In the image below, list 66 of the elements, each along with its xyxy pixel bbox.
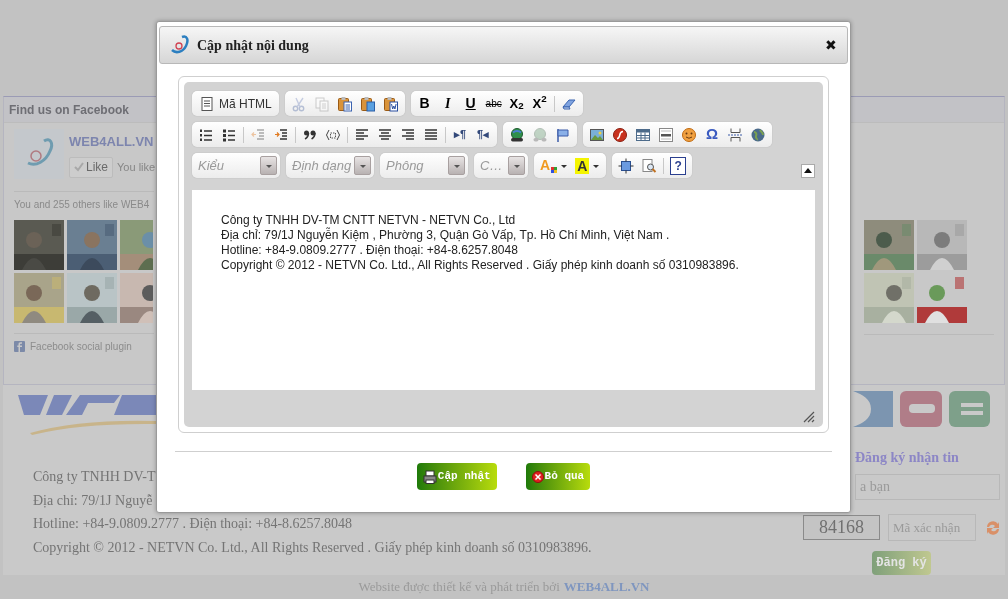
help-button[interactable]: ? xyxy=(670,156,687,175)
content-area[interactable] xyxy=(192,190,815,390)
like-count-text: You and 255 others like WEB4 xyxy=(14,198,151,212)
link-icon xyxy=(509,126,525,143)
printer-icon xyxy=(422,469,437,484)
box-title: Find us on Facebook xyxy=(9,101,129,119)
scissors-icon xyxy=(290,95,307,112)
italic-button[interactable]: I xyxy=(436,93,459,114)
clipboard-icon xyxy=(382,95,399,112)
unlink-icon xyxy=(532,126,548,143)
justify-icon xyxy=(423,126,439,143)
bold-button[interactable]: B xyxy=(413,93,436,114)
table-icon xyxy=(635,126,651,143)
special-character-button[interactable]: Ω xyxy=(701,124,723,145)
collapse-icon xyxy=(804,168,812,173)
resize-grip-icon xyxy=(803,411,815,423)
document-icon xyxy=(199,95,215,112)
facebook-icon xyxy=(14,341,25,352)
image-icon xyxy=(589,126,605,143)
strikethrough-button[interactable]: abc xyxy=(482,93,505,114)
clipboard-icon xyxy=(336,95,353,112)
align-center-icon xyxy=(377,126,393,143)
clipboard-icon xyxy=(359,95,376,112)
refresh-icon xyxy=(984,518,1002,537)
left-to-right-button[interactable]: ▸¶ xyxy=(449,124,471,145)
footer-text: Hotline: +84-9.0809.2777 . Điện thoại: +84-8.6257.8048 xyxy=(33,515,353,533)
page-break-icon xyxy=(727,126,743,143)
subscript-button[interactable]: X$_{2}$ xyxy=(505,93,528,114)
globe-icon xyxy=(750,126,766,143)
caret-icon xyxy=(358,162,367,169)
magnifier-icon xyxy=(641,157,658,174)
align-right-icon xyxy=(400,126,416,143)
content-line: Địa chỉ: 79/1J Nguyễn Kiệm , Phường 3, Quận Gò Vấp, Tp. Hồ Chí Minh, Việt Nam . xyxy=(221,228,671,243)
content-line: Hotline: +84-9.0809.2777 . Điện thoại: +84-8.6257.8048 xyxy=(221,243,519,258)
caret-icon xyxy=(452,162,461,169)
background-color-button[interactable]: A xyxy=(572,155,604,176)
palette-icon xyxy=(551,167,558,173)
superscript-button[interactable]: X$^{2}$ xyxy=(528,93,551,114)
flag-icon xyxy=(555,126,571,143)
source-button[interactable]: Mã HTML xyxy=(195,93,276,114)
logo-icon xyxy=(169,34,191,56)
underline-button[interactable]: U xyxy=(459,93,482,114)
content-line: Công ty TNHH DV-TM CNTT NETVN - NETVN Co., Ltd xyxy=(221,213,517,227)
like-text: You like xyxy=(117,159,156,175)
caret-icon xyxy=(264,162,273,169)
check-icon xyxy=(74,162,84,172)
caret-icon xyxy=(592,162,601,169)
flash-icon xyxy=(612,126,628,143)
caret-icon xyxy=(512,162,521,169)
close-button[interactable]: ✖ xyxy=(825,38,837,52)
footer-text: Công ty TNHH DV-T xyxy=(33,468,156,486)
smiley-icon xyxy=(681,126,697,143)
align-left-icon xyxy=(354,126,370,143)
footer-text: Copyright © 2012 - NETVN Co. Ltd., All Rights Reserved . Giấy phép kinh doanh số 0310983896. xyxy=(33,538,592,557)
footer-text: Địa chỉ: 79/1J Nguyễ xyxy=(33,491,153,510)
copy-icon xyxy=(313,95,330,112)
outdent-icon xyxy=(250,126,266,143)
collapse-toolbar-button[interactable] xyxy=(801,163,815,178)
cancel-icon xyxy=(531,470,544,483)
indent-icon xyxy=(273,126,289,143)
right-to-left-button[interactable]: ¶◂ xyxy=(472,124,494,145)
caret-icon xyxy=(560,162,569,169)
section-title: Đăng ký nhận tin xyxy=(855,449,960,467)
dialog-title: Cập nhật nội dung xyxy=(197,36,310,55)
captcha-code: 84168 xyxy=(803,515,880,540)
content-line: Copyright © 2012 - NETVN Co. Ltd., All Rights Reserved . Giấy phép kinh doanh số 0310983896. xyxy=(221,258,740,273)
